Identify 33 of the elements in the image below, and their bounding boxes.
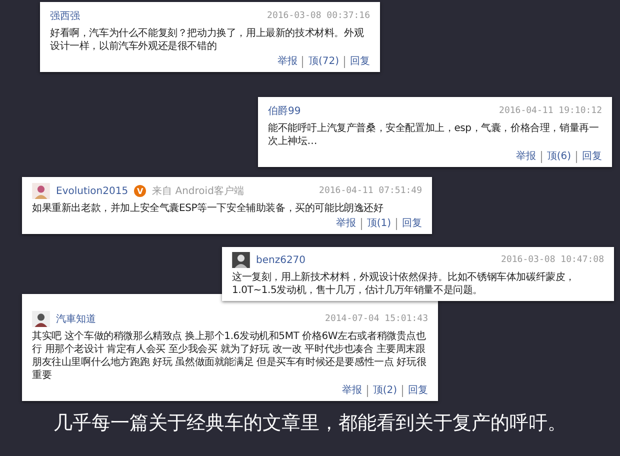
comment-text: 其实吧 这个车做的稍微那么精致点 换上那个1.6发动机和5MT 价格6W左右或者稍微贵点也行 用那个老设计 肯定有人会买 至少我会买 就为了好玩 改一改 平时代步也凑合 主要周末跟朋友往山里啊什么地方跑跑 好玩 虽然做面就能满足 但是买车有时候还是要感性一点 好玩很重要 [32, 330, 428, 382]
avatar-icon [32, 183, 50, 199]
username[interactable]: 汽車知道 [56, 312, 96, 326]
comment-text: 这一复刻，用上新技术材料，外观设计依然保持。比如不锈钢车体加碳纤蒙皮，1.0T~1.5发动机，售十几万，估计几万年销量不是问题。 [232, 271, 576, 297]
comment-text: 好看啊，汽车为什么不能复刻？把动力换了，用上最新的技术材料。外观设计一样，以前汽车外观还是很不错的 [50, 27, 365, 53]
comment-source: 来自 Android客户端 [152, 184, 244, 198]
comment-action-link[interactable]: 回复 [576, 151, 602, 163]
comment-action-link[interactable]: 回复 [396, 218, 422, 230]
comment-action-link[interactable]: 举报 [336, 385, 367, 397]
comment-date: 2016-03-08 10:47:08 [501, 255, 604, 265]
avatar-icon [32, 311, 50, 327]
comment-action-link[interactable]: 回复 [402, 385, 428, 397]
comment-text: 能不能呼吁上汽复产普桑，安全配置加上，esp，气囊，价格合理，销量再一次上神坛… [268, 122, 600, 148]
comment-action-link[interactable]: 顶(72) [302, 56, 344, 68]
comment-action-link[interactable]: 顶(6) [540, 151, 576, 163]
verified-badge: V [134, 185, 146, 197]
username[interactable]: 伯爵99 [268, 104, 301, 118]
comment-action-link[interactable]: 顶(1) [360, 218, 396, 230]
comment-action-link[interactable]: 举报 [510, 151, 541, 163]
comment-action-link[interactable]: 举报 [272, 56, 302, 68]
comment-date: 2016-03-08 00:37:16 [267, 11, 370, 21]
comment-action-link[interactable]: 举报 [330, 218, 361, 230]
username[interactable]: benz6270 [256, 254, 306, 266]
username[interactable]: Evolution2015 [56, 186, 128, 196]
comment-text: 如果重新出老款，并加上安全气囊ESP等一下安全辅助装备，买的可能比朗逸还好 [32, 202, 384, 215]
comment-date: 2014-07-04 15:01:43 [325, 314, 428, 324]
caption: 几乎每一篇关于经典车的文章里，都能看到关于复产的呼吁。 [52, 411, 568, 436]
avatar-icon [232, 252, 250, 268]
comment-action-link[interactable]: 顶(2) [366, 385, 402, 397]
username[interactable]: 强西强 [50, 9, 80, 23]
comment-date: 2016-04-11 07:51:49 [319, 186, 422, 196]
comment-action-link[interactable]: 回复 [344, 56, 370, 68]
comment-date: 2016-04-11 19:10:12 [499, 106, 602, 116]
